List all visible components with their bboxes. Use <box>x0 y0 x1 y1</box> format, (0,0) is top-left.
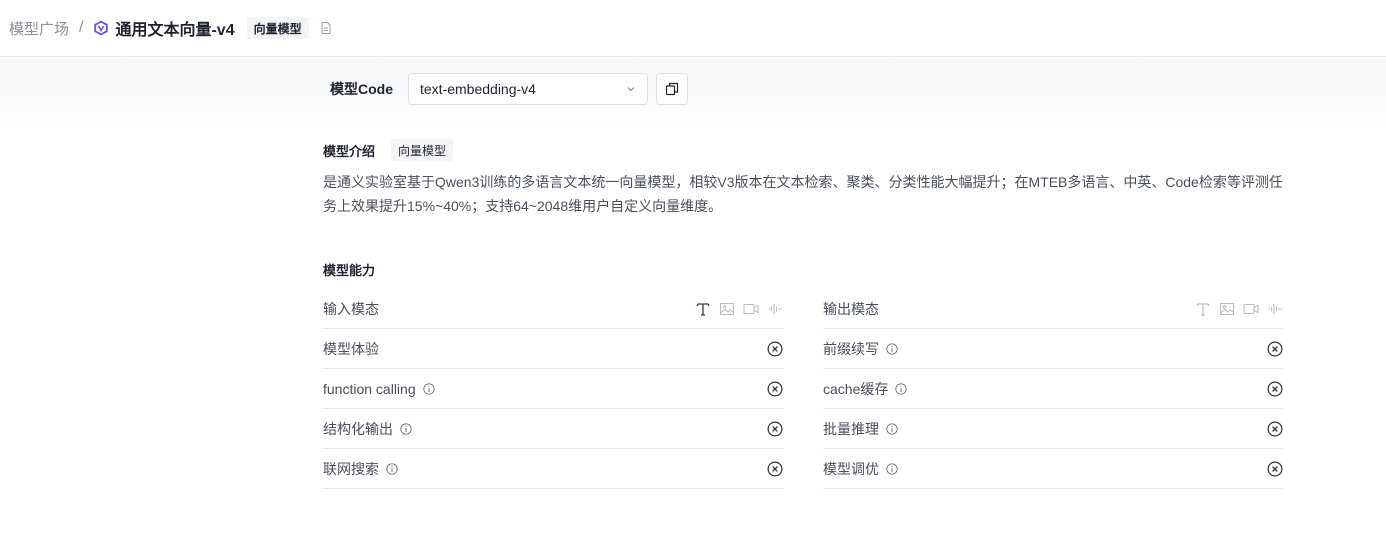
unsupported-x-icon <box>1267 380 1283 397</box>
capability-label-text: function calling <box>323 380 416 397</box>
page-title: 通用文本向量-v4 <box>115 22 235 39</box>
breadcrumb-root-link[interactable]: 模型广场 <box>9 18 69 39</box>
info-icon[interactable] <box>895 382 908 395</box>
input-modality-row: 输入模态 <box>323 289 783 329</box>
unsupported-x-icon <box>1267 340 1283 357</box>
model-code-select[interactable]: text-embedding-v4 <box>408 73 648 105</box>
capability-label: 前缀续写 <box>823 339 898 359</box>
capability-label: cache缓存 <box>823 379 908 399</box>
video-icon <box>1243 301 1259 317</box>
audio-icon <box>1267 301 1283 317</box>
info-icon[interactable] <box>400 422 412 435</box>
breadcrumb: 模型广场 / 通用文本向量-v4 向量模型 <box>0 0 1386 57</box>
input-modality-icons <box>695 301 783 317</box>
capability-label-text: 结构化输出 <box>323 420 393 437</box>
output-modality-icons <box>1195 301 1283 317</box>
copy-icon <box>665 82 679 96</box>
capability-label: 模型体验 <box>323 339 379 359</box>
capability-label: 联网搜索 <box>323 459 398 479</box>
capability-row: 模型调优 <box>823 449 1283 489</box>
image-icon <box>1219 301 1235 317</box>
capability-row: cache缓存 <box>823 369 1283 409</box>
info-icon[interactable] <box>386 462 398 475</box>
capabilities-left-column: 输入模态 模型体验 function calling 结构化输出联网搜索 <box>323 289 783 489</box>
input-modality-label: 输入模态 <box>323 300 379 317</box>
model-logo-icon <box>93 20 109 36</box>
document-icon[interactable] <box>319 21 333 35</box>
capability-row: function calling <box>323 369 783 409</box>
model-intro-text: 是通义实验室基于Qwen3训练的多语言文本统一向量模型，相较V3版本在文本检索、… <box>323 174 1283 214</box>
capability-label-text: cache缓存 <box>823 380 889 397</box>
model-code-row: 模型Code text-embedding-v4 <box>330 73 688 105</box>
intro-type-badge: 向量模型 <box>391 139 454 161</box>
capabilities-title: 模型能力 <box>323 263 376 278</box>
model-intro-title: 模型介绍 <box>323 143 376 159</box>
chevron-down-icon <box>626 84 636 94</box>
capability-label-text: 模型体验 <box>323 340 379 357</box>
unsupported-x-icon <box>767 460 783 477</box>
unsupported-x-icon <box>767 340 783 357</box>
capability-label: 结构化输出 <box>323 419 412 439</box>
capability-row: 批量推理 <box>823 409 1283 449</box>
info-icon[interactable] <box>886 422 898 435</box>
unsupported-x-icon <box>1267 460 1283 477</box>
capability-row: 前缀续写 <box>823 329 1283 369</box>
unsupported-x-icon <box>767 380 783 397</box>
capabilities-right-column: 输出模态 前缀续写 cache缓存 批量推理模型调优 <box>823 289 1283 489</box>
capability-label-text: 联网搜索 <box>323 460 379 477</box>
info-icon[interactable] <box>422 382 435 395</box>
video-icon <box>743 301 759 317</box>
capability-label-text: 前缀续写 <box>823 340 879 357</box>
output-modality-label: 输出模态 <box>823 300 879 317</box>
unsupported-x-icon <box>767 420 783 437</box>
model-code-label: 模型Code <box>330 81 393 97</box>
unsupported-x-icon <box>1267 420 1283 437</box>
audio-icon <box>767 301 783 317</box>
info-icon[interactable] <box>886 342 898 355</box>
capability-row: 模型体验 <box>323 329 783 369</box>
header-band <box>0 58 1386 128</box>
breadcrumb-separator: / <box>79 19 84 36</box>
model-intro-header: 模型介绍 向量模型 <box>323 138 454 162</box>
capability-row: 联网搜索 <box>323 449 783 489</box>
info-icon[interactable] <box>886 462 898 475</box>
capability-label: 模型调优 <box>823 459 898 479</box>
text-icon <box>1195 301 1211 317</box>
model-code-value: text-embedding-v4 <box>420 81 536 97</box>
model-type-badge: 向量模型 <box>246 17 309 39</box>
capability-label: function calling <box>323 381 435 397</box>
output-modality-row: 输出模态 <box>823 289 1283 329</box>
copy-button[interactable] <box>656 73 688 105</box>
capability-label-text: 批量推理 <box>823 420 879 437</box>
image-icon <box>719 301 735 317</box>
capability-label: 批量推理 <box>823 419 898 439</box>
capability-label-text: 模型调优 <box>823 460 879 477</box>
text-icon <box>695 301 711 317</box>
capability-row: 结构化输出 <box>323 409 783 449</box>
